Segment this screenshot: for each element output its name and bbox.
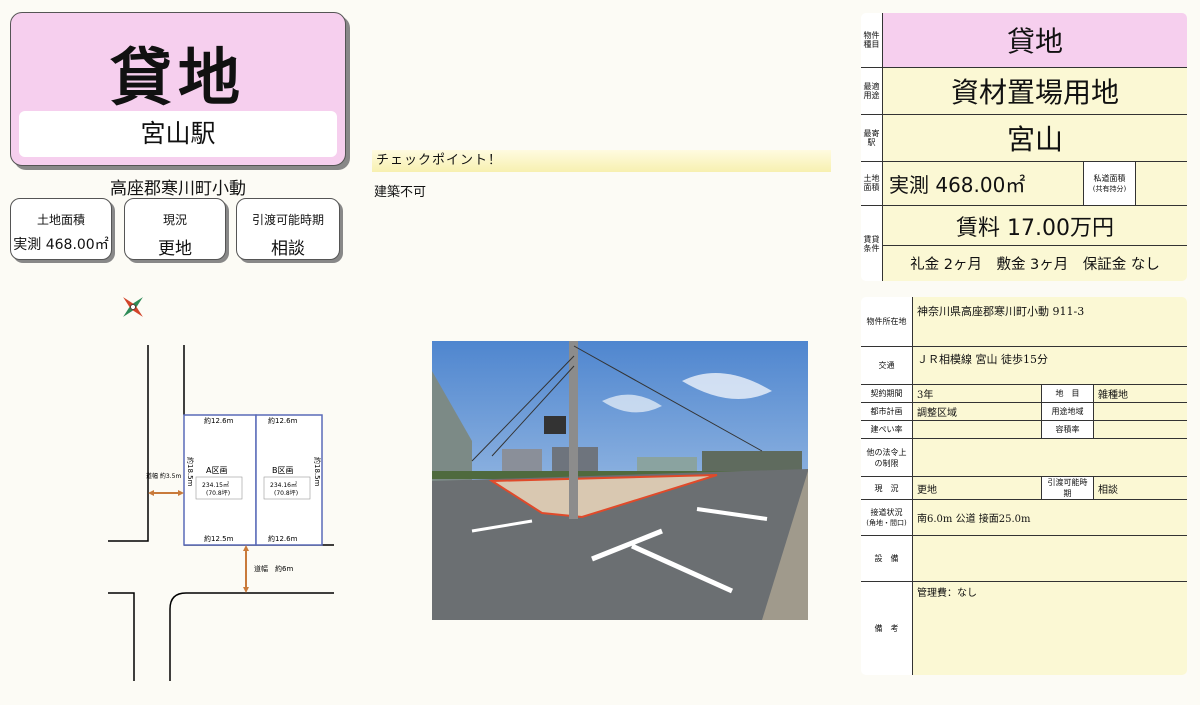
remarks-value: 管理費：なし bbox=[912, 581, 1187, 675]
location-label: 物件所在地 bbox=[861, 297, 913, 347]
area-label: 土地面積 bbox=[861, 160, 883, 207]
status-row-value: 更地 bbox=[912, 476, 1042, 500]
address-short: 高座郡寒川町小動 bbox=[110, 179, 246, 199]
road-access-label: 接道状況 bbox=[870, 508, 903, 517]
checkpoint-text: 建築不可 bbox=[374, 185, 427, 200]
type-value: 貸地 bbox=[882, 13, 1187, 68]
land-area-card: 土地面積 実測 468.00㎡ bbox=[10, 198, 112, 260]
lot-b-name: B区画 bbox=[272, 466, 294, 475]
road-west-label: 道幅 約3.5m bbox=[146, 472, 181, 480]
facilities-label: 設 備 bbox=[861, 535, 913, 582]
summary-table: 物件種目 貸地 最適用途 資材置場用地 最寄駅 宮山 土地面積 実測 468.0… bbox=[860, 12, 1188, 282]
lot-a-tsubo: (70.8坪) bbox=[206, 489, 230, 497]
coverage-label: 建ぺい率 bbox=[861, 420, 913, 439]
private-road-label-cell: 私道面積 (共有持分) bbox=[1083, 160, 1136, 207]
terms-label: 賃貸条件 bbox=[861, 205, 883, 281]
title-card: 貸地 宮山駅 bbox=[10, 12, 346, 166]
use-value: 資材置場用地 bbox=[882, 66, 1187, 116]
remarks-label: 備 考 bbox=[861, 581, 913, 675]
road-south-label: 道幅 約6m bbox=[254, 564, 293, 573]
deposit-terms: 礼金 2ヶ月 敷金 3ヶ月 保証金 なし bbox=[882, 245, 1187, 281]
station-label: 最寄駅 bbox=[861, 114, 883, 162]
restrictions-label: 他の法令上の制限 bbox=[861, 438, 913, 477]
dim-b-top: 約12.6m bbox=[268, 416, 298, 425]
far-label: 容積率 bbox=[1041, 420, 1094, 439]
lot-a-name: A区画 bbox=[206, 466, 227, 475]
coverage-value bbox=[912, 420, 1042, 439]
dim-a-side: 約18.5m bbox=[186, 457, 195, 487]
road-access-value: 南6.0m 公道 接面25.0m bbox=[912, 499, 1187, 536]
dim-a-top: 約12.6m bbox=[204, 416, 234, 425]
dim-b-side: 約18.5m bbox=[313, 457, 322, 487]
site-photo bbox=[432, 341, 808, 620]
transport-value: ＪＲ相模線 宮山 徒歩15分 bbox=[912, 346, 1187, 385]
far-value bbox=[1093, 420, 1187, 439]
dim-a-bottom: 約12.5m bbox=[204, 534, 234, 543]
compass-icon bbox=[123, 297, 143, 317]
handover-label: 引渡可能時期 bbox=[251, 213, 324, 227]
property-type-title: 貸地 bbox=[109, 41, 246, 114]
checkpoint-heading: チェックポイント！ bbox=[372, 150, 831, 172]
city-plan-value: 調整区域 bbox=[912, 402, 1042, 421]
private-road-label: 私道面積 bbox=[1093, 173, 1126, 183]
lot-a-area: 234.15㎡ bbox=[202, 481, 229, 489]
handover-card: 引渡可能時期 相談 bbox=[236, 198, 340, 260]
road-access-sub: (角地・間口) bbox=[866, 519, 907, 527]
contract-label: 契約期間 bbox=[861, 384, 913, 403]
land-area-value: 実測 468.00㎡ bbox=[13, 237, 109, 253]
private-road-value bbox=[1135, 160, 1187, 207]
lot-b-area: 234.16㎡ bbox=[270, 481, 297, 489]
handover-row-label: 引渡可能時期 bbox=[1041, 476, 1094, 500]
station-value: 宮山 bbox=[882, 114, 1187, 162]
city-plan-label: 都市計画 bbox=[861, 402, 913, 421]
contract-value: 3年 bbox=[912, 384, 1042, 403]
lot-b bbox=[255, 414, 323, 546]
category-value: 雑種地 bbox=[1093, 384, 1187, 403]
status-label: 現況 bbox=[162, 213, 187, 227]
handover-row-value: 相談 bbox=[1093, 476, 1187, 500]
dim-b-bottom: 約12.6m bbox=[268, 534, 298, 543]
type-label: 物件種目 bbox=[861, 13, 883, 68]
zoning-label: 用途地域 bbox=[1041, 402, 1094, 421]
status-row-label: 現 況 bbox=[861, 476, 913, 500]
private-road-sub: (共有持分) bbox=[1092, 184, 1127, 193]
transport-label: 交通 bbox=[861, 346, 913, 385]
use-label: 最適用途 bbox=[861, 66, 883, 116]
category-label: 地 目 bbox=[1041, 384, 1094, 403]
road-access-label-cell: 接道状況 (角地・間口) bbox=[861, 499, 913, 536]
rent-value: 賃料 17.00万円 bbox=[882, 205, 1187, 247]
handover-value: 相談 bbox=[271, 239, 305, 259]
area-value: 実測 468.00㎡ bbox=[882, 160, 1084, 207]
land-area-label: 土地面積 bbox=[36, 213, 85, 227]
facilities-value bbox=[912, 535, 1187, 582]
restrictions-value bbox=[912, 438, 1187, 477]
station-name: 宮山駅 bbox=[19, 111, 337, 157]
status-value: 更地 bbox=[158, 239, 192, 259]
detail-table: 物件所在地 神奈川県高座郡寒川町小動 911-3 交通 ＪＲ相模線 宮山 徒歩1… bbox=[860, 296, 1188, 676]
status-card: 現況 更地 bbox=[124, 198, 226, 260]
zoning-value bbox=[1093, 402, 1187, 421]
location-value: 神奈川県高座郡寒川町小動 911-3 bbox=[912, 297, 1187, 347]
site-map: 約12.6m 約12.6m 約12.5m 約12.6m 約18.5m 約18.5… bbox=[108, 345, 334, 681]
lot-b-tsubo: (70.8坪) bbox=[274, 489, 298, 497]
